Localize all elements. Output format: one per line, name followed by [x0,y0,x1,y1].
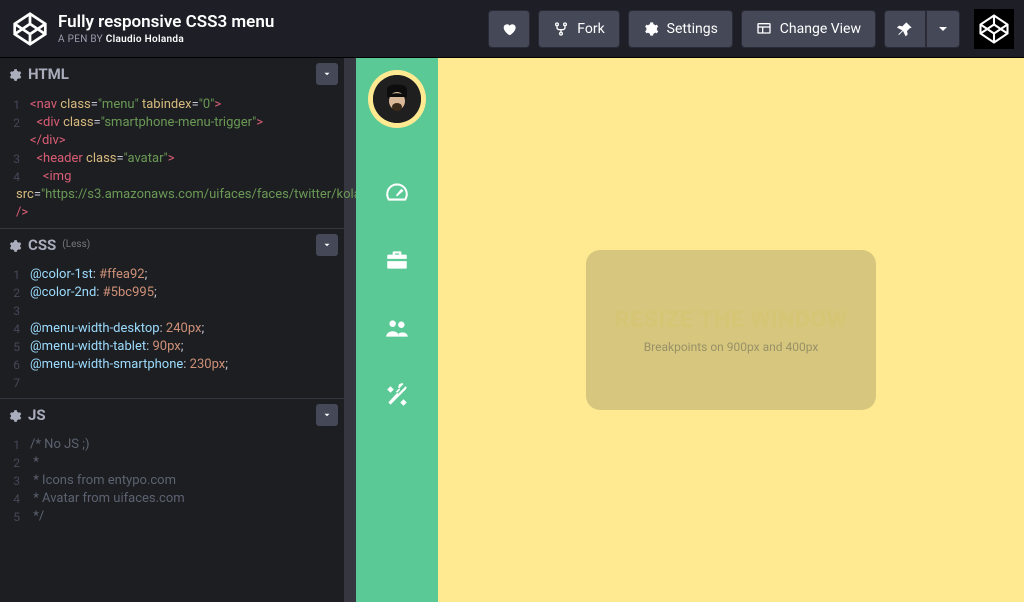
change-view-button[interactable]: Change View [741,10,876,48]
top-actions: Fork Settings Change View [488,9,1014,49]
demo-sidebar [356,58,438,602]
css-pane-header[interactable]: CSS (Less) [0,228,344,260]
gear-icon[interactable] [8,408,22,422]
css-pane: CSS (Less) 1@color-1st: #ffea92; 2@color… [0,228,344,398]
pin-button[interactable] [884,10,926,48]
js-code[interactable]: 1/* No JS ;) 2 * 3 * Icons from entypo.c… [0,430,344,532]
chevron-down-icon[interactable] [316,63,338,85]
gauge-icon[interactable] [383,178,411,206]
gear-icon[interactable] [8,67,22,81]
demo-stage: RESIZE THE WINDOW Breakpoints on 900px a… [438,58,1024,602]
topbar: Fully responsive CSS3 menu A PEN BY Clau… [0,0,1024,58]
demo-menu-icons [383,178,411,410]
demo-avatar[interactable] [368,70,426,128]
pin-dropdown[interactable] [926,10,960,48]
pane-label: JS [28,406,46,424]
user-avatar[interactable] [974,9,1014,49]
card-title: RESIZE THE WINDOW [615,306,848,334]
editor-column: HTML 1<nav class="menu" tabindex="0"> 2 … [0,58,356,602]
css-code[interactable]: 1@color-1st: #ffea92; 2@color-2nd: #5bc9… [0,260,344,398]
gear-icon[interactable] [8,238,22,252]
main: HTML 1<nav class="menu" tabindex="0"> 2 … [0,58,1024,602]
fork-button[interactable]: Fork [538,10,619,48]
html-pane-header[interactable]: HTML [0,58,344,90]
chevron-down-icon[interactable] [316,234,338,256]
tools-icon[interactable] [383,382,411,410]
codepen-logo[interactable] [10,9,50,49]
author-link[interactable]: Claudio Holanda [106,34,184,45]
settings-button[interactable]: Settings [628,10,733,48]
html-code[interactable]: 1<nav class="menu" tabindex="0"> 2 <div … [0,90,344,228]
html-pane: HTML 1<nav class="menu" tabindex="0"> 2 … [0,58,344,228]
users-icon[interactable] [383,314,411,342]
pane-sublabel: (Less) [62,239,90,250]
briefcase-icon[interactable] [383,246,411,274]
card-subtitle: Breakpoints on 900px and 400px [644,340,819,354]
pin-button-group [884,10,960,48]
pane-label: CSS [28,236,56,254]
js-pane-header[interactable]: JS [0,398,344,430]
chevron-down-icon[interactable] [316,404,338,426]
preview-area: RESIZE THE WINDOW Breakpoints on 900px a… [356,58,1024,602]
pen-title: Fully responsive CSS3 menu [58,12,488,32]
js-pane: JS 1/* No JS ;) 2 * 3 * Icons from entyp… [0,398,344,532]
title-block: Fully responsive CSS3 menu A PEN BY Clau… [58,12,488,45]
pane-label: HTML [28,65,69,83]
like-button[interactable] [488,10,530,48]
demo-card: RESIZE THE WINDOW Breakpoints on 900px a… [586,250,876,410]
pen-byline: A PEN BY Claudio Holanda [58,34,488,45]
